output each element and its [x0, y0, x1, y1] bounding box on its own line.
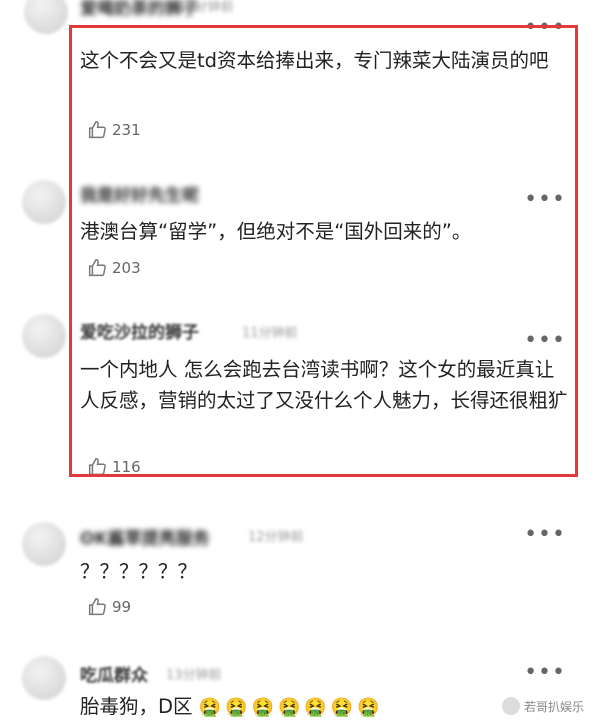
comment-username[interactable]: 吃瓜群众	[80, 661, 148, 686]
avatar[interactable]	[22, 656, 66, 700]
nauseated-face-icon: 🤮	[304, 697, 327, 718]
nauseated-face-icon: 🤮	[198, 697, 222, 718]
comment-username[interactable]: 我是好好先生呢	[80, 181, 199, 206]
thumbs-up-icon	[88, 598, 106, 616]
avatar[interactable]	[22, 314, 66, 358]
nauseated-face-icon: 🤮	[330, 697, 354, 718]
like-button[interactable]: 231	[86, 119, 141, 141]
comment-text: 一个内地人 怎么会跑去台湾读书啊？这个女的最近真让人反感，营销的太过了又没什么个…	[80, 358, 568, 412]
comment-item: 吃瓜群众 13分钟前 ••• 胎毒狗，D区 🤮 🤮 🤮 🤮 🤮 🤮 🤮 若哥扒娱乐	[0, 648, 600, 718]
like-count: 99	[112, 598, 132, 616]
nauseated-face-icon: 🤮	[251, 697, 274, 718]
comment-text: ？？？？？？	[80, 560, 198, 583]
avatar[interactable]	[24, 0, 68, 34]
comment-item: 爱吃沙拉的狮子 11分钟前 ••• 一个内地人 怎么会跑去台湾读书啊？这个女的最…	[0, 310, 600, 490]
like-button[interactable]: 99	[86, 596, 131, 618]
comment-username[interactable]: OK酱草提亮服务	[80, 524, 210, 549]
nauseated-face-icon: 🤮	[225, 697, 248, 718]
more-options-icon[interactable]: •••	[524, 524, 566, 546]
nauseated-face-icon: 🤮	[357, 697, 380, 718]
watermark-logo-icon	[501, 697, 520, 715]
comment-item: 爱喝奶茶的狮子 10分钟前 ••• 这个不会又是td资本给捧出来，专门辣菜大陆演…	[0, 0, 600, 170]
thumbs-up-icon	[88, 121, 106, 139]
comment-text: 胎毒狗，D区 🤮 🤮 🤮 🤮 🤮 🤮 🤮	[80, 691, 570, 723]
like-button[interactable]: 203	[86, 257, 141, 279]
like-button[interactable]: 116	[86, 456, 141, 478]
comment-text-content: 胎毒狗，D区	[80, 695, 193, 718]
nauseated-face-icon: 🤮	[277, 697, 301, 718]
comment-time: 12分钟前	[248, 530, 304, 545]
thumbs-up-icon	[88, 458, 106, 476]
comment-item: OK酱草提亮服务 12分钟前 ••• ？？？？？？ 99	[0, 510, 600, 640]
comment-item: 我是好好先生呢 ••• 港澳台算“留学”，但绝对不是“国外回来的”。 203	[0, 170, 600, 310]
thumbs-up-icon	[88, 259, 106, 277]
watermark: 若哥扒娱乐	[501, 697, 584, 715]
more-options-icon[interactable]: •••	[524, 330, 566, 352]
more-options-icon[interactable]: •••	[524, 17, 566, 39]
like-count: 231	[112, 121, 141, 139]
comment-username[interactable]: 爱吃沙拉的狮子	[80, 318, 199, 343]
comment-text: 这个不会又是td资本给捧出来，专门辣菜大陆演员的吧	[80, 49, 549, 72]
avatar[interactable]	[22, 180, 66, 224]
comment-time: 13分钟前	[166, 668, 222, 683]
watermark-text: 若哥扒娱乐	[523, 699, 584, 714]
comment-time: 11分钟前	[242, 326, 298, 341]
like-count: 203	[112, 259, 141, 277]
more-options-icon[interactable]: •••	[524, 189, 566, 211]
comment-text: 港澳台算“留学”，但绝对不是“国外回来的”。	[80, 220, 472, 243]
avatar[interactable]	[22, 522, 66, 566]
like-count: 116	[112, 458, 141, 476]
more-options-icon[interactable]: •••	[524, 662, 566, 684]
comment-time: 10分钟前	[178, 0, 234, 15]
